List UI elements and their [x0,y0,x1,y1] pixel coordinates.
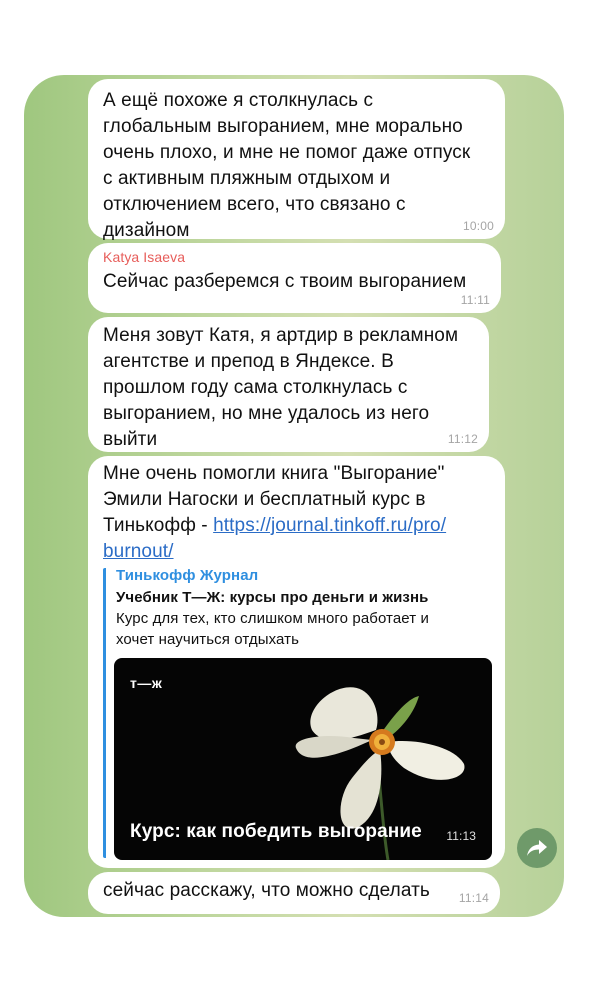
preview-site-name: Тинькофф Журнал [116,567,259,584]
message-text: А ещё похоже я столкнулась с глобальным … [103,90,471,241]
image-logo: т—ж [130,675,163,691]
message-text: Мне очень помогли книга "Выгорание" Эмил… [103,461,489,565]
message-time: 11:14 [458,891,489,905]
message-text: сейчас расскажу, что можно сделать [103,880,430,901]
message-bubble[interactable]: А ещё похоже я столкнулась с глобальным … [88,79,505,241]
link-text-line2: burnout/ [103,541,174,562]
message-text: Меня зовут Катя, я артдир в рекламном аг… [103,325,459,450]
message-bubble[interactable]: Меня зовут Катя, я артдир в рекламном аг… [88,317,489,452]
message-text: Сейчас разберемся с твоим выгоранием [103,271,467,292]
message-time: 11:13 [446,829,476,843]
link-text-line1: https://journal.tinkoff.ru/pro/ [213,515,447,536]
message-time: 10:00 [462,219,494,233]
share-button[interactable] [517,828,557,868]
message-time: 11:11 [460,293,490,307]
message-time: 11:12 [447,432,478,446]
share-arrow-icon [527,840,547,856]
chat-background: А ещё похоже я столкнулась с глобальным … [24,75,564,917]
message-bubble[interactable]: Мне очень помогли книга "Выгорание" Эмил… [88,456,505,868]
sender-name[interactable]: Katya Isaeva [103,248,485,266]
preview-image[interactable]: т—ж Курс: как победить выгорание 11:13 [114,658,492,860]
message-bubble[interactable]: сейчас расскажу, что можно сделать 11:14 [88,872,500,914]
preview-description: Курс для тех, кто слишком много работает… [116,610,429,648]
preview-title: Учебник Т—Ж: курсы про деньги и жизнь [116,589,429,606]
message-bubble[interactable]: Katya Isaeva Сейчас разберемся с твоим в… [88,243,501,313]
image-caption: Курс: как победить выгорание [130,821,422,842]
